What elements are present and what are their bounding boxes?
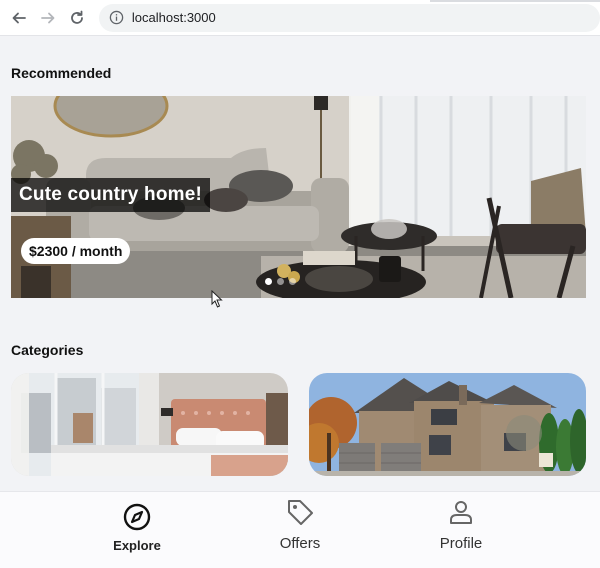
- address-bar[interactable]: localhost:3000: [98, 3, 600, 32]
- listing-title: Cute country home!: [11, 178, 211, 212]
- forward-button[interactable]: [35, 4, 62, 32]
- person-icon: [450, 501, 472, 524]
- house-photo: [309, 373, 586, 476]
- nav-explore[interactable]: Explore: [67, 492, 207, 568]
- nav-offers-label: Offers: [279, 535, 321, 552]
- arrow-left-icon: [13, 12, 27, 23]
- reload-icon: [71, 10, 84, 24]
- category-card-house[interactable]: [309, 373, 586, 476]
- compass-icon: [123, 503, 151, 531]
- tab-strip-edge: [430, 0, 600, 2]
- nav-profile-label: Profile: [439, 535, 483, 552]
- categories-heading: Categories: [11, 342, 84, 358]
- mouse-cursor-icon: [211, 290, 223, 308]
- carousel-dot[interactable]: [265, 278, 272, 285]
- nav-explore-label: Explore: [113, 538, 161, 553]
- recommended-heading: Recommended: [11, 65, 112, 81]
- bedroom-photo: [11, 373, 288, 476]
- back-button[interactable]: [6, 4, 33, 32]
- url-text: localhost:3000: [131, 10, 216, 25]
- tag-icon: [288, 500, 313, 525]
- carousel-dots: [265, 278, 301, 285]
- carousel-dot[interactable]: [277, 278, 284, 285]
- recommended-card[interactable]: Cute country home! $2300 / month: [11, 96, 586, 298]
- nav-offers[interactable]: Offers: [230, 492, 370, 568]
- category-card-bedroom[interactable]: [11, 373, 288, 476]
- carousel-dot[interactable]: [289, 278, 296, 285]
- bottom-navigation: Explore Offers Profile: [0, 491, 600, 568]
- browser-toolbar: localhost:3000: [0, 0, 600, 36]
- price-badge: $2300 / month: [21, 238, 131, 264]
- info-icon[interactable]: [109, 10, 124, 25]
- arrow-right-icon: [41, 12, 55, 23]
- reload-button[interactable]: [64, 4, 91, 32]
- nav-profile[interactable]: Profile: [391, 492, 531, 568]
